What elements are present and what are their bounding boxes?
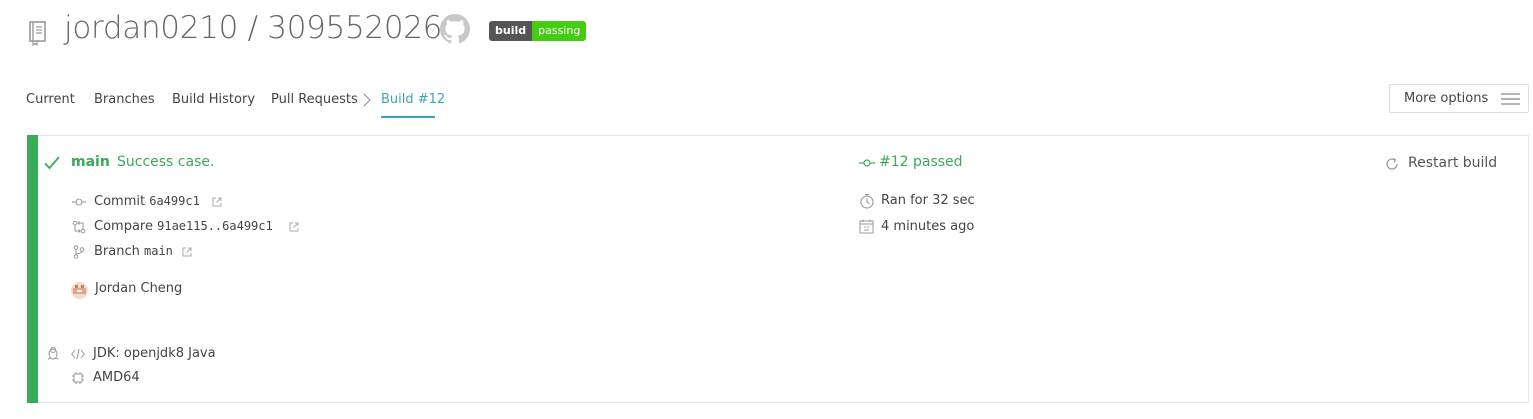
- build-branch-name[interactable]: main: [71, 154, 110, 170]
- build-commit-message[interactable]: Success case.: [117, 154, 214, 170]
- cpu-arch: AMD64: [93, 370, 140, 385]
- chevron-right-icon: [363, 93, 371, 107]
- commit-hash: 6a499c1: [149, 194, 200, 208]
- compare-icon: [72, 220, 86, 234]
- branch-label: Branch: [94, 244, 140, 259]
- tab-pull-requests[interactable]: Pull Requests: [271, 92, 358, 107]
- external-link-icon[interactable]: [289, 222, 299, 232]
- build-duration: Ran for 32 sec: [881, 193, 975, 208]
- author-name[interactable]: Jordan Cheng: [95, 281, 182, 296]
- commit-label: Commit: [94, 194, 146, 209]
- build-tabs: Current Branches Build History Pull Requ…: [0, 0, 1533, 130]
- branch-link[interactable]: Branch main: [94, 244, 173, 259]
- tab-build-history[interactable]: Build History: [172, 92, 255, 107]
- cpu-icon: [72, 372, 84, 384]
- more-options-button[interactable]: More options: [1389, 84, 1529, 113]
- jdk-language: JDK: openjdk8 Java: [93, 346, 216, 361]
- build-number-status[interactable]: #12 passed: [879, 154, 963, 170]
- compare-label: Compare: [94, 219, 153, 234]
- external-link-icon[interactable]: [212, 197, 222, 207]
- tab-branches[interactable]: Branches: [94, 92, 155, 107]
- build-finished-time: 4 minutes ago: [881, 219, 975, 234]
- tab-current[interactable]: Current: [26, 92, 75, 107]
- build-card: [27, 135, 1529, 403]
- more-options-label: More options: [1404, 91, 1489, 106]
- restart-build-label: Restart build: [1408, 155, 1498, 171]
- hamburger-menu-icon: [1501, 93, 1520, 105]
- commit-link[interactable]: Commit 6a499c1: [94, 194, 200, 209]
- linux-os-icon: [47, 347, 59, 360]
- build-status-strip: [27, 135, 38, 403]
- avatar: [71, 282, 88, 299]
- active-tab-underline: [381, 116, 435, 118]
- calendar-icon: [859, 219, 874, 234]
- check-icon: [44, 156, 60, 170]
- external-link-icon[interactable]: [182, 247, 192, 257]
- code-icon: [71, 348, 85, 360]
- commit-status-icon: [859, 159, 875, 167]
- restart-icon: [1386, 157, 1398, 170]
- tab-build-12[interactable]: Build #12: [381, 92, 445, 107]
- commit-icon: [72, 198, 86, 206]
- branch-icon: [73, 245, 85, 259]
- compare-link[interactable]: Compare 91ae115..6a499c1: [94, 219, 273, 234]
- stopwatch-icon: [860, 193, 874, 209]
- compare-range: 91ae115..6a499c1: [157, 219, 273, 233]
- branch-value: main: [144, 244, 173, 258]
